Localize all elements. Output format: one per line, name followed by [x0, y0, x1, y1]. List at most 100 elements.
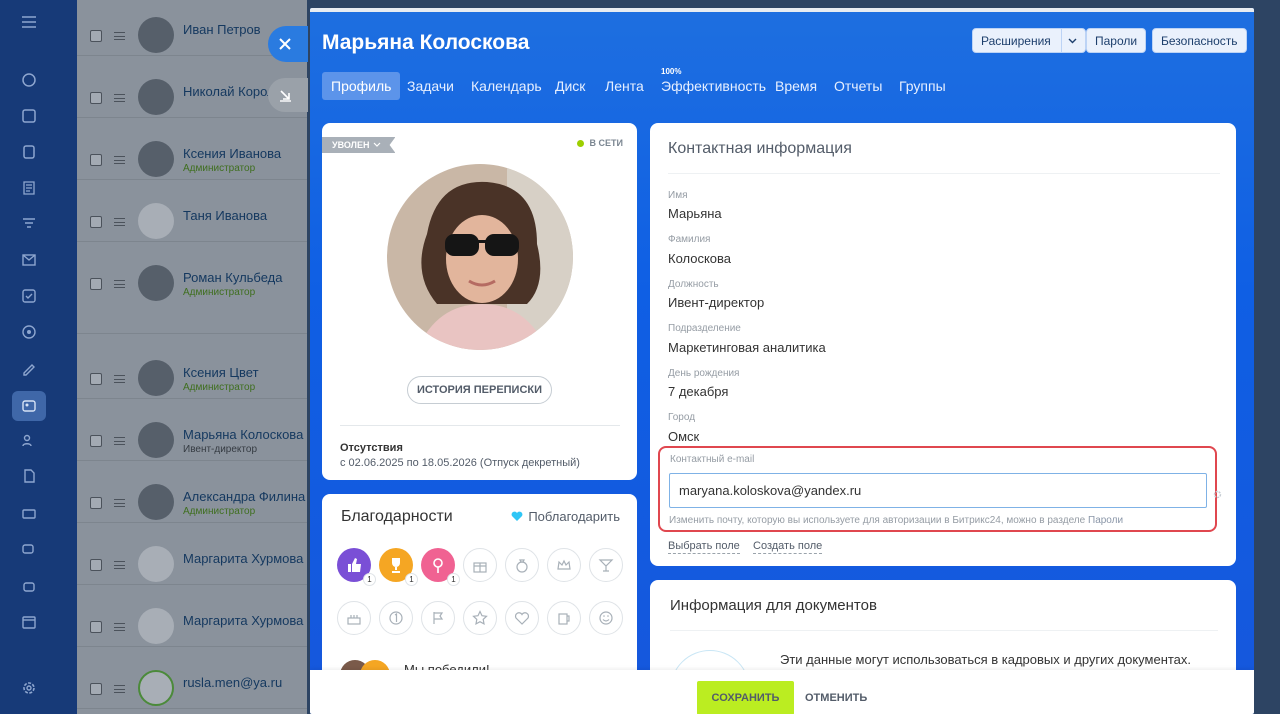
create-field-link[interactable]: Создать поле [753, 540, 823, 554]
employee-name[interactable]: Николай Король [183, 84, 281, 99]
card-icon[interactable] [17, 502, 41, 526]
mail-icon[interactable] [17, 248, 41, 272]
drag-handle-icon[interactable] [114, 218, 125, 226]
feed-icon[interactable] [17, 104, 41, 128]
cancel-button[interactable]: ОТМЕНИТЬ [805, 681, 867, 714]
tab-reports[interactable]: Отчеты [825, 72, 891, 100]
chat-icon[interactable] [17, 538, 41, 562]
row-checkbox[interactable] [90, 559, 102, 571]
tab-groups[interactable]: Группы [890, 72, 955, 100]
status-badge[interactable]: УВОЛЕН [322, 137, 396, 153]
field-settings-icon[interactable] [1213, 490, 1222, 499]
row-checkbox[interactable] [90, 92, 102, 104]
thank-button[interactable]: Поблагодарить [511, 509, 620, 524]
heart-outline-icon[interactable] [505, 601, 539, 635]
tab-calendar[interactable]: Календарь [462, 72, 551, 100]
drag-handle-icon[interactable] [114, 375, 125, 383]
filter-icon[interactable] [17, 212, 41, 236]
save-button[interactable]: СОХРАНИТЬ [697, 681, 794, 714]
crown-icon[interactable] [547, 548, 581, 582]
row-checkbox[interactable] [90, 683, 102, 695]
cocktail-icon[interactable] [589, 548, 623, 582]
menu-icon[interactable] [17, 10, 41, 34]
employee-name[interactable]: Марьяна Колоскова [183, 427, 303, 442]
row-checkbox[interactable] [90, 154, 102, 166]
drive-icon[interactable] [17, 140, 41, 164]
passwords-link[interactable]: Пароли [1088, 515, 1123, 526]
tasks-icon[interactable] [17, 284, 41, 308]
beer-icon[interactable] [547, 601, 581, 635]
row-checkbox[interactable] [90, 216, 102, 228]
security-button[interactable]: Безопасность [1152, 28, 1247, 53]
groups-icon[interactable] [17, 428, 41, 452]
employee-name[interactable]: Таня Иванова [183, 208, 267, 223]
row-checkbox[interactable] [90, 621, 102, 633]
employee-name[interactable]: rusla.men@ya.ru [183, 675, 282, 690]
list-item[interactable]: Маргарита Хурмова [77, 523, 307, 585]
settings-icon[interactable] [17, 676, 41, 700]
extensions-button[interactable]: Расширения [972, 28, 1086, 53]
tab-time[interactable]: Время [766, 72, 826, 100]
choose-field-link[interactable]: Выбрать поле [668, 540, 740, 554]
gift-icon[interactable] [463, 548, 497, 582]
tab-efficiency[interactable]: 100% Эффективность [652, 67, 775, 100]
chevron-down-icon[interactable] [1060, 29, 1077, 52]
list-item[interactable]: Александра Филина Администратор [77, 461, 307, 523]
crm-icon[interactable] [17, 320, 41, 344]
list-item[interactable]: Ксения Иванова Администратор [77, 118, 307, 180]
list-item[interactable]: Маргарита Хурмова [77, 585, 307, 647]
row-checkbox[interactable] [90, 435, 102, 447]
thumbs-up-badge-icon[interactable]: 1 [337, 548, 376, 586]
drag-handle-icon[interactable] [114, 685, 125, 693]
minimize-slider-button[interactable] [268, 78, 308, 112]
cake-icon[interactable] [337, 601, 371, 635]
tab-disk[interactable]: Диск [546, 72, 594, 100]
employee-name[interactable]: Иван Петров [183, 22, 261, 37]
employee-name[interactable]: Ксения Цвет [183, 365, 259, 380]
employee-name[interactable]: Маргарита Хурмова [183, 613, 303, 628]
list-item[interactable]: Таня Иванова [77, 180, 307, 242]
employee-name[interactable]: Ксения Иванова [183, 146, 281, 161]
flag-icon[interactable] [421, 601, 455, 635]
employee-name[interactable]: Маргарита Хурмова [183, 551, 303, 566]
calendar-icon[interactable] [17, 610, 41, 634]
employees-icon[interactable] [12, 391, 46, 421]
drag-handle-icon[interactable] [114, 32, 125, 40]
money-bag-icon[interactable] [505, 548, 539, 582]
chat-history-button[interactable]: ИСТОРИЯ ПЕРЕПИСКИ [407, 376, 552, 404]
drag-handle-icon[interactable] [114, 156, 125, 164]
close-slider-button[interactable] [268, 26, 308, 62]
tab-profile[interactable]: Профиль [322, 72, 401, 100]
drag-handle-icon[interactable] [114, 623, 125, 631]
drag-handle-icon[interactable] [114, 561, 125, 569]
drag-handle-icon[interactable] [114, 499, 125, 507]
docs-icon[interactable] [17, 176, 41, 200]
robot-icon[interactable] [17, 574, 41, 598]
tab-feed[interactable]: Лента [596, 72, 653, 100]
file-icon[interactable] [17, 464, 41, 488]
trophy-badge-icon[interactable]: 1 [379, 548, 418, 586]
list-item[interactable]: Ксения Цвет Администратор [77, 337, 307, 399]
list-item[interactable]: rusla.men@ya.ru [77, 647, 307, 709]
list-item[interactable]: Марьяна Колоскова Ивент-директор [77, 399, 307, 461]
row-checkbox[interactable] [90, 278, 102, 290]
row-checkbox[interactable] [90, 30, 102, 42]
number-one-icon[interactable] [379, 601, 413, 635]
tab-tasks[interactable]: Задачи [398, 72, 463, 100]
employee-name[interactable]: Александра Филина [183, 489, 305, 504]
drag-handle-icon[interactable] [114, 280, 125, 288]
drag-handle-icon[interactable] [114, 94, 125, 102]
drag-handle-icon[interactable] [114, 437, 125, 445]
smile-icon[interactable] [589, 601, 623, 635]
email-field[interactable] [669, 473, 1207, 508]
sign-icon[interactable] [17, 356, 41, 380]
avatar[interactable] [387, 164, 573, 350]
activity-icon[interactable] [17, 68, 41, 92]
row-checkbox[interactable] [90, 373, 102, 385]
list-item[interactable]: Роман Кульбеда Администратор [77, 242, 307, 334]
passwords-button[interactable]: Пароли [1086, 28, 1147, 53]
flower-badge-icon[interactable]: 1 [421, 548, 460, 586]
star-icon[interactable] [463, 601, 497, 635]
row-checkbox[interactable] [90, 497, 102, 509]
employee-name[interactable]: Роман Кульбеда [183, 270, 283, 285]
